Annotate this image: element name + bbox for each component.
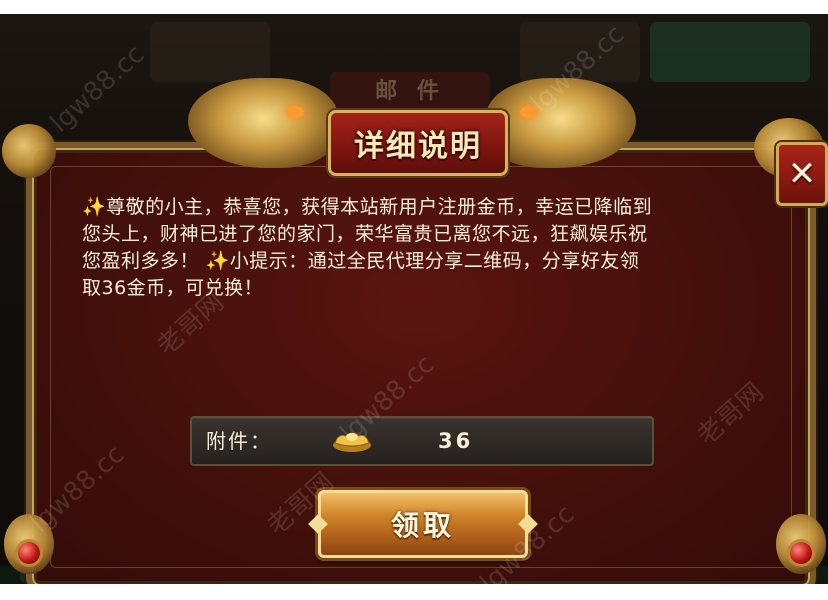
claim-button-label: 领取 — [390, 509, 455, 542]
watermark: lgw88.cc — [44, 39, 151, 139]
sparkle-icon: ✨ — [82, 196, 107, 218]
description-line-1: ✨尊敬的小主，恭喜您，获得本站新用户注册金币，幸运已降临到 — [82, 196, 653, 218]
screenshot: 邮 件 详细说明 ✕ ✨尊敬的小主，恭喜您，获得本站新用户注册金币，幸运已降临到… — [0, 0, 828, 600]
close-icon: ✕ — [787, 154, 817, 194]
red-gem-icon — [18, 542, 40, 564]
game-scene: 邮 件 详细说明 ✕ ✨尊敬的小主，恭喜您，获得本站新用户注册金币，幸运已降临到… — [0, 14, 828, 584]
gold-ingot-icon — [333, 432, 371, 452]
claim-button[interactable]: 领取 — [308, 490, 538, 558]
attachment-bar: 附件： 36 — [190, 416, 654, 466]
sparkle-icon: ✨ — [205, 250, 230, 272]
description-line-4: 取36金币，可兑换！ — [82, 277, 264, 299]
gold-dragon-ornament-left — [2, 124, 56, 178]
attachment-amount: 36 — [438, 429, 474, 453]
attachment-label: 附件： — [206, 429, 272, 453]
background-tile — [150, 22, 270, 82]
description-text: ✨尊敬的小主，恭喜您，获得本站新用户注册金币，幸运已降临到 您头上，财神已进了您… — [82, 194, 758, 302]
red-gem-icon — [790, 542, 812, 564]
description-line-3: 您盈利多多！ ✨小提示：通过全民代理分享二维码，分享好友领 — [82, 250, 640, 272]
background-tile — [520, 22, 640, 82]
dialog-title: 详细说明 — [354, 129, 482, 164]
background-tile — [650, 22, 810, 82]
close-button[interactable]: ✕ — [776, 142, 828, 206]
background-mail-tab-label: 邮 件 — [375, 79, 445, 104]
background-mail-tab: 邮 件 — [330, 72, 490, 112]
description-line-2: 您头上，财神已进了您的家门，荣华富贵已离您不远，狂飙娱乐祝 — [82, 223, 648, 245]
title-plaque: 详细说明 — [328, 110, 508, 176]
